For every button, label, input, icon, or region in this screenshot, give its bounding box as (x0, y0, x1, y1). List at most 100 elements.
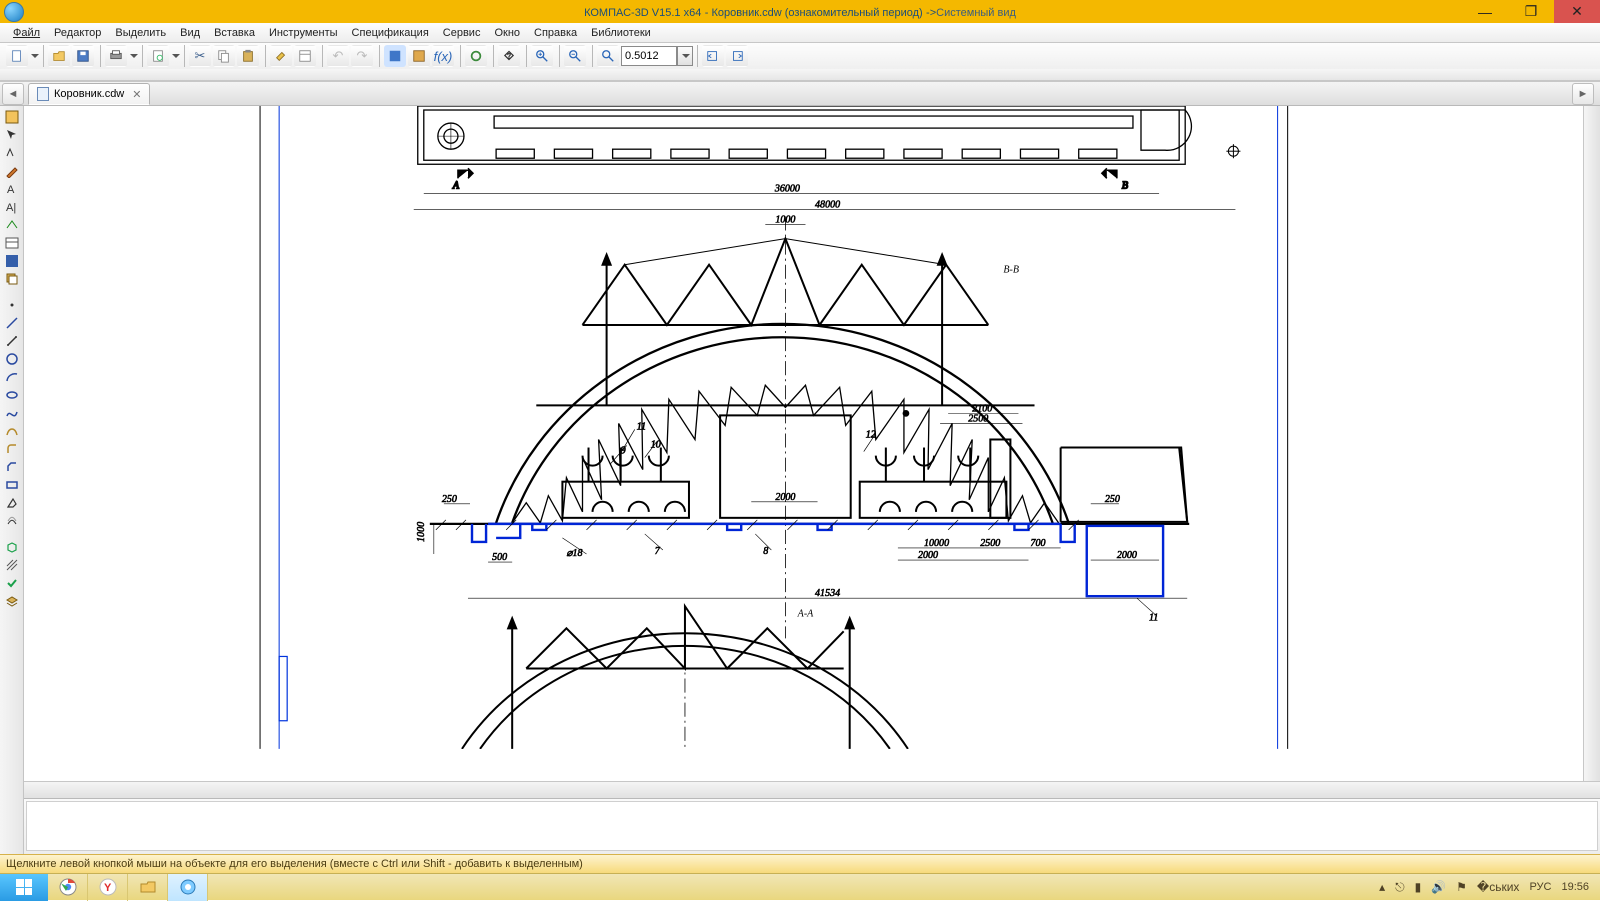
open-button[interactable] (48, 45, 70, 67)
tool-rectangle-icon[interactable] (2, 476, 22, 494)
zoom-in-button[interactable] (531, 45, 553, 67)
window-close-button[interactable]: ✕ (1554, 0, 1600, 23)
tab-label: Коровник.cdw (54, 88, 124, 100)
svg-text:A|: A| (6, 202, 16, 214)
menu-select[interactable]: Выделить (108, 27, 173, 39)
taskbar-kompas-icon[interactable] (168, 874, 208, 901)
preview-button[interactable] (147, 45, 169, 67)
print-button[interactable] (105, 45, 127, 67)
menu-edit[interactable]: Редактор (47, 27, 108, 39)
tool-ellipse-icon[interactable] (2, 386, 22, 404)
tray-up-icon[interactable]: ▴ (1379, 880, 1385, 894)
svg-text:1000: 1000 (775, 215, 795, 226)
zoom-value-input[interactable] (621, 46, 677, 66)
tool-bezier-icon[interactable] (2, 422, 22, 440)
svg-text:В-В: В-В (1003, 265, 1019, 276)
paste-button[interactable] (237, 45, 259, 67)
zoom-scale-button[interactable] (597, 45, 619, 67)
tab-close-button[interactable]: ✕ (132, 88, 141, 101)
document-tab[interactable]: Коровник.cdw ✕ (28, 83, 150, 105)
tab-scroll-right[interactable]: ► (1572, 83, 1594, 105)
tool-text-icon[interactable]: A (2, 180, 22, 198)
drawing-canvas[interactable]: А В 36000 48000 1000 (24, 106, 1583, 781)
copy-button[interactable] (213, 45, 235, 67)
status-bar: Щелкните левой кнопкой мыши на объекте д… (0, 854, 1600, 873)
window-title: КОМПАС-3D V15.1 x64 - Коровник.cdw (озна… (0, 5, 1600, 19)
tray-time[interactable]: 19:56 (1561, 881, 1589, 893)
tool-layers2-icon[interactable] (2, 592, 22, 610)
menu-bar: Файл Редактор Выделить Вид Вставка Инстр… (0, 23, 1600, 43)
tab-scroll-left[interactable]: ◄ (2, 83, 24, 105)
tool-point-icon[interactable] (2, 296, 22, 314)
start-button[interactable] (0, 874, 48, 901)
help-context-button[interactable]: ⯑ (498, 45, 520, 67)
menu-service[interactable]: Сервис (436, 27, 488, 39)
cut-button[interactable]: ✂ (189, 45, 211, 67)
properties-button[interactable] (294, 45, 316, 67)
taskbar-yandex-icon[interactable]: Y (88, 874, 128, 901)
tool-layers-icon[interactable] (2, 270, 22, 288)
undo-button[interactable]: ↶ (327, 45, 349, 67)
tool-roughness-icon[interactable] (2, 216, 22, 234)
tray-battery-icon[interactable]: ▮ (1415, 880, 1422, 894)
refresh-all-button[interactable] (465, 45, 487, 67)
tray-lang[interactable]: РУС (1529, 881, 1551, 893)
tool-grid-icon[interactable] (2, 252, 22, 270)
menu-libs[interactable]: Библиотеки (584, 27, 658, 39)
tool-spline-icon[interactable] (2, 404, 22, 422)
menu-insert[interactable]: Вставка (207, 27, 262, 39)
tool-fillet-icon[interactable] (2, 440, 22, 458)
zoom-out-button[interactable] (564, 45, 586, 67)
tool-contour-icon[interactable] (2, 494, 22, 512)
menu-spec[interactable]: Спецификация (345, 27, 436, 39)
menu-view[interactable]: Вид (173, 27, 207, 39)
tool-line-icon[interactable] (2, 314, 22, 332)
tool-arc-icon[interactable] (2, 368, 22, 386)
tool-segment-icon[interactable] (2, 332, 22, 350)
tool-pen-icon[interactable] (2, 162, 22, 180)
svg-text:250: 250 (442, 494, 457, 505)
zoom-prev-button[interactable] (702, 45, 724, 67)
svg-text:2000: 2000 (775, 492, 795, 503)
title-doc: Коровник.cdw (ознакомительный период) (711, 7, 922, 19)
format-painter-button[interactable] (270, 45, 292, 67)
tool-dimensions-icon[interactable] (2, 144, 22, 162)
svg-text:10: 10 (651, 440, 661, 451)
new-button[interactable] (6, 45, 28, 67)
svg-text:В: В (1122, 180, 1128, 191)
menu-help[interactable]: Справка (527, 27, 584, 39)
tool-3d-icon[interactable] (2, 538, 22, 556)
menu-file[interactable]: Файл (6, 27, 47, 39)
redo-button[interactable]: ↷ (351, 45, 373, 67)
tool-hatch-icon[interactable] (2, 556, 22, 574)
tool-cursor-icon[interactable] (2, 126, 22, 144)
tool-textcursor-icon[interactable]: A| (2, 198, 22, 216)
taskbar-chrome-icon[interactable] (48, 874, 88, 901)
variables-button[interactable] (408, 45, 430, 67)
manager-button[interactable] (384, 45, 406, 67)
menu-tools[interactable]: Инструменты (262, 27, 345, 39)
tray-network-icon[interactable]: �ських (1477, 880, 1520, 894)
tray-volume-icon[interactable]: 🔊 (1431, 880, 1446, 894)
command-panel[interactable] (26, 801, 1598, 851)
vertical-scrollbar[interactable] (1583, 106, 1600, 781)
tool-table-icon[interactable] (2, 234, 22, 252)
tool-circle-icon[interactable] (2, 350, 22, 368)
tool-offset-icon[interactable] (2, 512, 22, 530)
menu-window[interactable]: Окно (487, 27, 527, 39)
tray-flag-icon[interactable]: ⚑ (1456, 880, 1467, 894)
svg-text:700: 700 (1030, 538, 1045, 549)
horizontal-scrollbar[interactable] (24, 781, 1600, 798)
tray-bt-icon[interactable]: ⎋ (1395, 880, 1405, 895)
tool-geometry-icon[interactable] (2, 108, 22, 126)
toolbar-handle-row[interactable] (0, 69, 1600, 81)
taskbar-explorer-icon[interactable] (128, 874, 168, 901)
fx-button[interactable]: f(x) (432, 45, 454, 67)
window-minimize-button[interactable]: — (1462, 0, 1508, 23)
tool-chamfer-icon[interactable] (2, 458, 22, 476)
tool-verify-icon[interactable] (2, 574, 22, 592)
window-restore-button[interactable]: ❐ (1508, 0, 1554, 23)
zoom-dropdown-button[interactable] (677, 46, 693, 66)
zoom-next-button[interactable] (726, 45, 748, 67)
save-button[interactable] (72, 45, 94, 67)
